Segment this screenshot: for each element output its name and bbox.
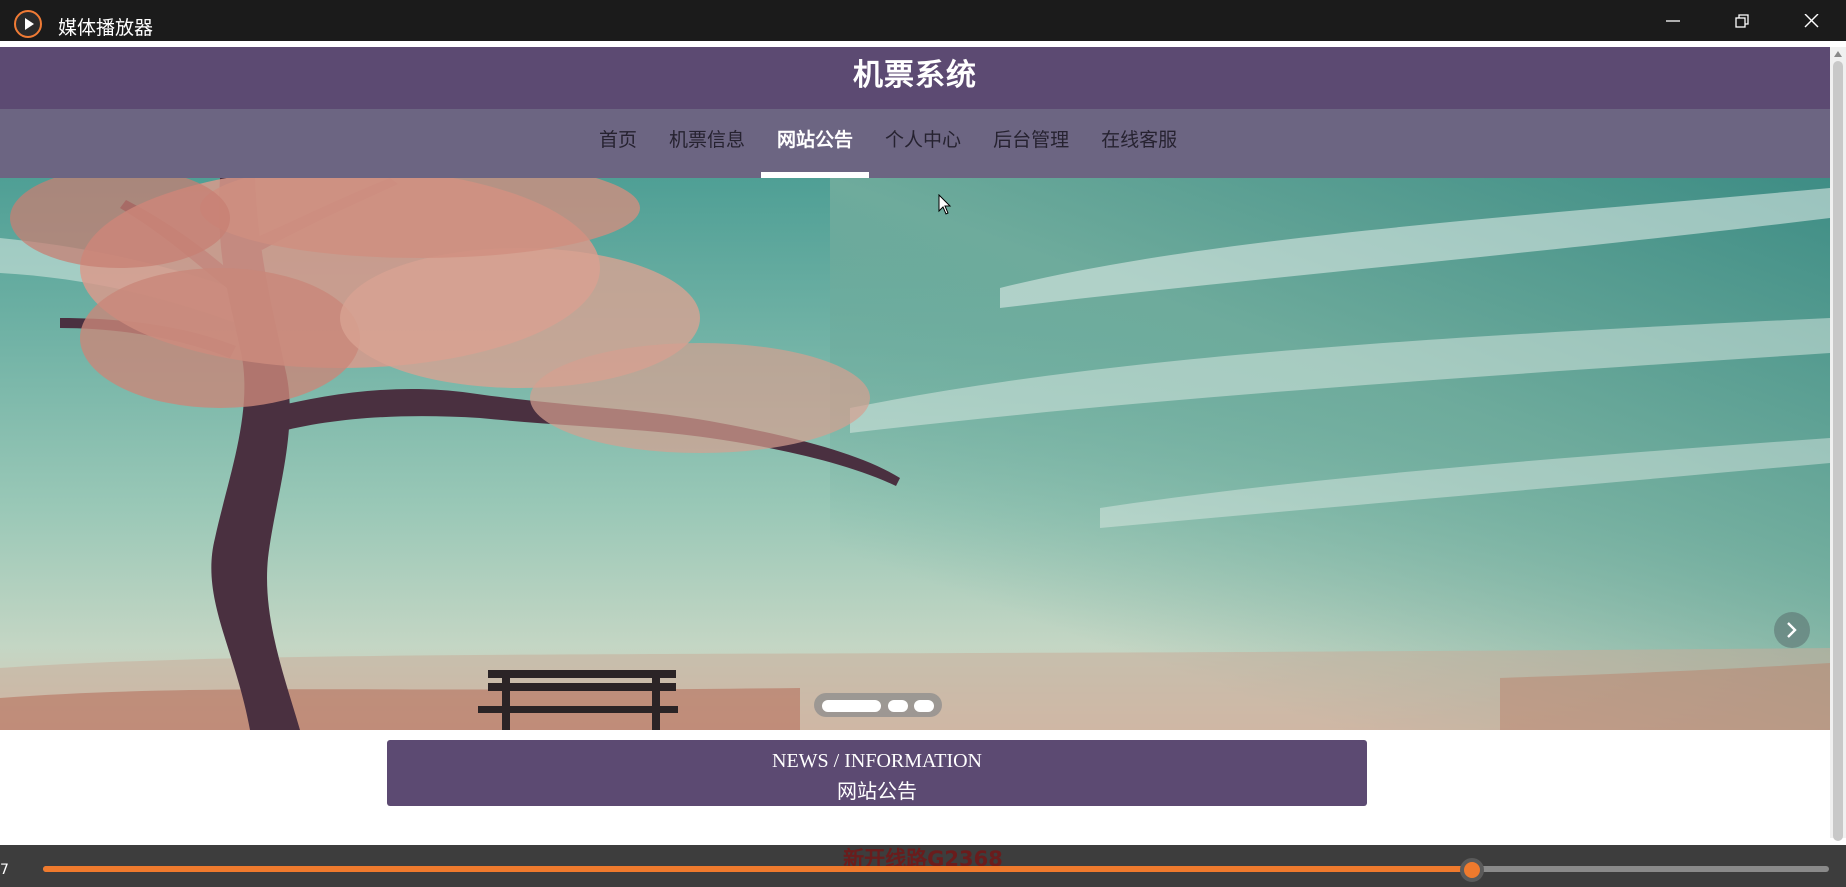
seek-handle[interactable] [1459,858,1484,882]
media-player-icon [14,10,42,38]
close-icon [1804,14,1819,28]
nav-list: 首页 机票信息 网站公告 个人中心 后台管理 在线客服 [583,109,1193,178]
site-header: 机票系统 [0,47,1830,109]
carousel-indicators [814,693,942,717]
restore-button[interactable] [1708,0,1776,41]
nav-item-5[interactable]: 后台管理 [977,109,1085,178]
minimize-button[interactable] [1639,0,1707,41]
news-heading: NEWS / INFORMATION 网站公告 [387,740,1367,806]
title-bar: 媒体播放器 [0,0,1846,41]
nav-item-4[interactable]: 个人中心 [869,109,977,178]
main-nav: 首页 机票信息 网站公告 个人中心 后台管理 在线客服 [0,109,1830,178]
close-button[interactable] [1777,0,1845,41]
site-title: 机票系统 [853,58,977,93]
news-heading-en: NEWS / INFORMATION [772,750,982,772]
restore-icon [1735,14,1749,28]
nav-item-3[interactable]: 网站公告 [761,109,870,178]
carousel-dot-3[interactable] [914,700,934,712]
scroll-up-icon[interactable] [1834,51,1842,57]
news-heading-cn: 网站公告 [837,779,917,803]
carousel-dot-2[interactable] [888,700,908,712]
nav-item-6[interactable]: 在线客服 [1085,109,1193,178]
chevron-right-icon [1787,622,1797,638]
banner-image [0,178,1830,730]
minimize-icon [1666,20,1680,22]
banner-carousel[interactable] [0,178,1830,730]
page-scrollbar[interactable] [1830,47,1846,841]
seek-bar[interactable] [43,866,1829,872]
banner-next-button[interactable] [1774,612,1810,648]
scrollbar-thumb[interactable] [1833,61,1843,841]
carousel-dot-1[interactable] [822,700,881,712]
nav-item-1[interactable]: 首页 [583,109,653,178]
nav-item-2[interactable]: 机票信息 [653,109,761,178]
seek-progress [43,866,1472,872]
time-elapsed: 7 [0,862,9,878]
mouse-cursor-icon [938,194,952,215]
window-title: 媒体播放器 [58,17,154,39]
